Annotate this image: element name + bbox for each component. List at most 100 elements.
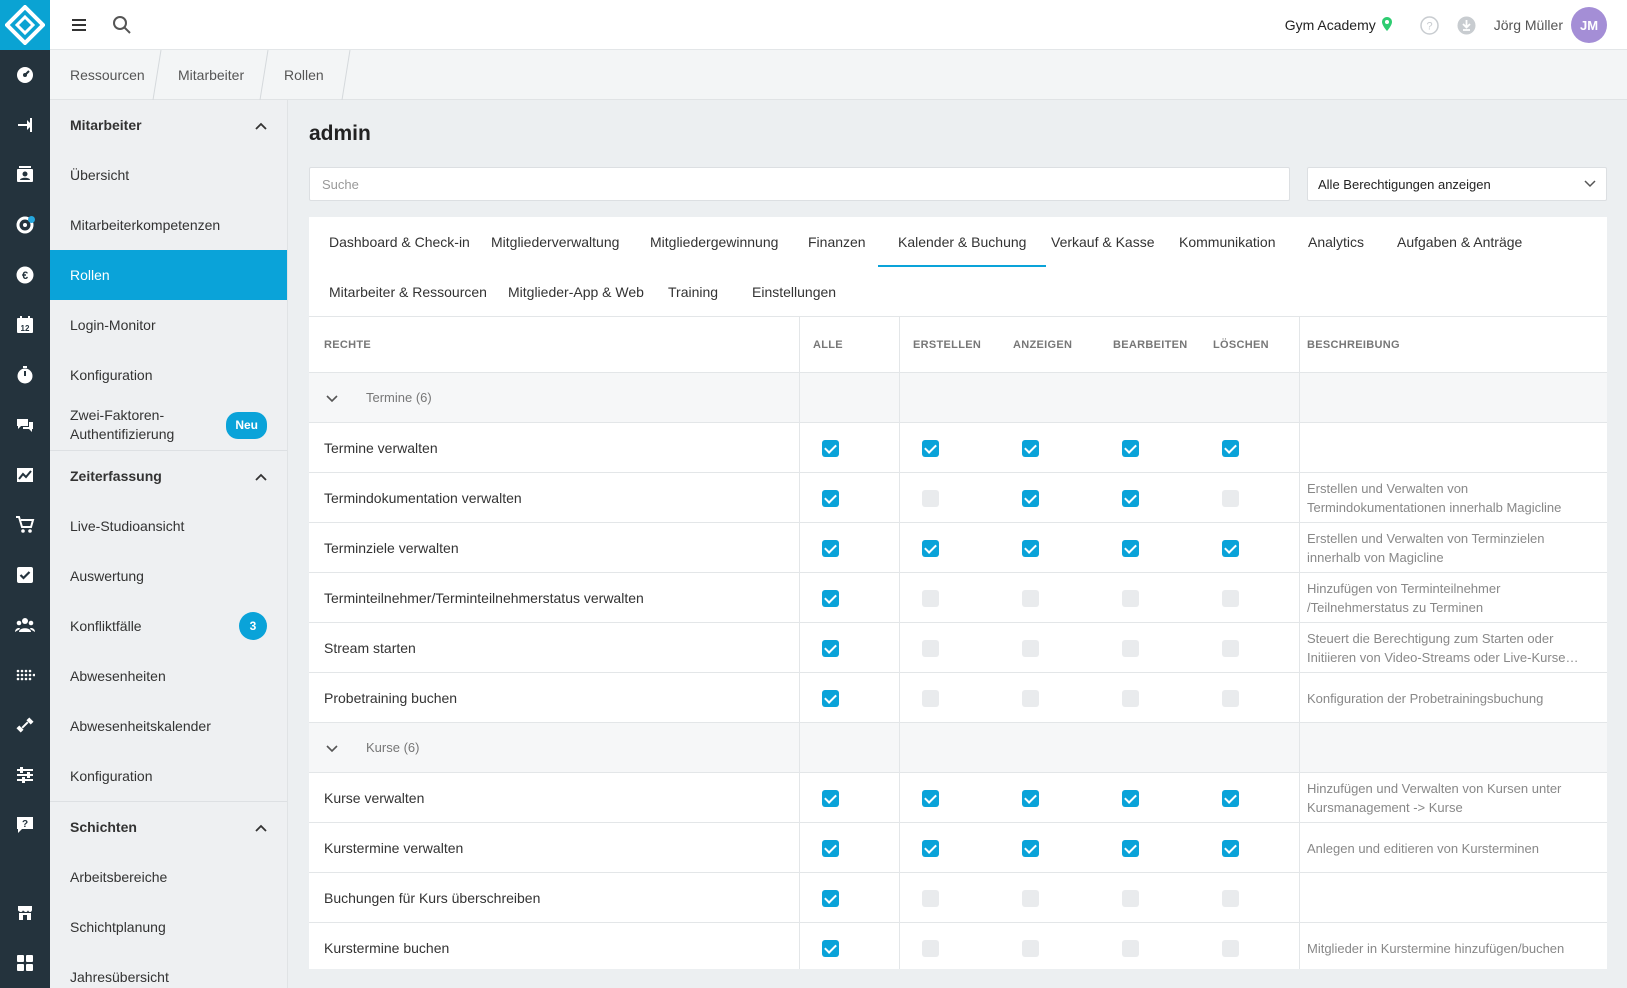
settings-cog-icon[interactable]: [0, 200, 50, 250]
breadcrumb-item-mitarbeiter[interactable]: Mitarbeiter: [178, 50, 244, 100]
tab-mitgliederverwaltung[interactable]: Mitgliederverwaltung: [471, 217, 639, 267]
chevron-down-icon[interactable]: [326, 390, 338, 406]
checkbox-erstellen[interactable]: [922, 890, 939, 907]
checkbox-loeschen[interactable]: [1222, 590, 1239, 607]
checkbox-anzeigen[interactable]: [1022, 940, 1039, 957]
tab-dashboard[interactable]: Dashboard & Check-in: [309, 217, 490, 267]
search-icon[interactable]: [110, 13, 134, 37]
help-icon[interactable]: ?: [1420, 15, 1439, 35]
sidebar-item-rollen[interactable]: Rollen: [50, 250, 287, 300]
table-group-header[interactable]: Kurse (6): [309, 723, 1607, 773]
checkbox-erstellen[interactable]: [922, 940, 939, 957]
checkbox-erstellen[interactable]: [922, 840, 939, 857]
sidebar-item-schichtplanung[interactable]: Schichtplanung: [50, 902, 287, 952]
checkbox-alle[interactable]: [822, 790, 839, 807]
sidebar-item-abwesenheitskalender[interactable]: Abwesenheitskalender: [50, 701, 287, 751]
chevron-down-icon[interactable]: [326, 740, 338, 756]
checkbox-alle[interactable]: [822, 890, 839, 907]
breadcrumb-item-rollen[interactable]: Rollen: [284, 50, 324, 100]
checkbox-loeschen[interactable]: [1222, 640, 1239, 657]
dots-grid-icon[interactable]: [0, 650, 50, 700]
studio-name[interactable]: Gym Academy: [1285, 17, 1376, 33]
checkbox-alle[interactable]: [822, 640, 839, 657]
sidebar-section-zeiterfassung[interactable]: Zeiterfassung: [50, 451, 287, 501]
tab-aufgaben[interactable]: Aufgaben & Anträge: [1377, 217, 1542, 267]
checkbox-erstellen[interactable]: [922, 490, 939, 507]
checkbox-anzeigen[interactable]: [1022, 690, 1039, 707]
sidebar-item-login-monitor[interactable]: Login-Monitor: [50, 300, 287, 350]
checkbox-erstellen[interactable]: [922, 790, 939, 807]
chevron-up-icon[interactable]: [255, 117, 267, 133]
tab-verkauf-kasse[interactable]: Verkauf & Kasse: [1031, 217, 1175, 267]
search-input[interactable]: [309, 167, 1290, 201]
checkbox-loeschen[interactable]: [1222, 540, 1239, 557]
tab-analytics[interactable]: Analytics: [1288, 217, 1384, 267]
people-icon[interactable]: [0, 600, 50, 650]
checkbox-loeschen[interactable]: [1222, 940, 1239, 957]
checkbox-alle[interactable]: [822, 490, 839, 507]
checkbox-bearbeiten[interactable]: [1122, 840, 1139, 857]
checkbox-anzeigen[interactable]: [1022, 440, 1039, 457]
help-chat-icon[interactable]: ?: [0, 800, 50, 850]
checkbox-alle[interactable]: [822, 940, 839, 957]
app-logo[interactable]: [0, 0, 50, 50]
checkbox-erstellen[interactable]: [922, 540, 939, 557]
breadcrumb-item-ressourcen[interactable]: Ressourcen: [70, 50, 145, 100]
checkbox-bearbeiten[interactable]: [1122, 590, 1139, 607]
sidebar-item-arbeitsbereiche[interactable]: Arbeitsbereiche: [50, 852, 287, 902]
avatar[interactable]: JM: [1571, 7, 1607, 43]
checkbox-anzeigen[interactable]: [1022, 490, 1039, 507]
checkbox-bearbeiten[interactable]: [1122, 490, 1139, 507]
dumbbell-icon[interactable]: [0, 700, 50, 750]
tab-mitglieder-app[interactable]: Mitglieder-App & Web: [488, 267, 664, 317]
sidebar-item-jahresuebersicht[interactable]: Jahresübersicht: [50, 952, 287, 988]
sidebar-item-uebersicht[interactable]: Übersicht: [50, 150, 287, 200]
checkbox-anzeigen[interactable]: [1022, 890, 1039, 907]
checkbox-anzeigen[interactable]: [1022, 840, 1039, 857]
stopwatch-icon[interactable]: [0, 350, 50, 400]
sidebar-item-zwei-faktoren[interactable]: Zwei-Faktoren-Authentifizierung Neu: [50, 400, 287, 450]
dashboard-icon[interactable]: [0, 50, 50, 100]
checkbox-loeschen[interactable]: [1222, 440, 1239, 457]
checkbox-erstellen[interactable]: [922, 640, 939, 657]
user-name[interactable]: Jörg Müller: [1494, 17, 1563, 33]
checkbox-loeschen[interactable]: [1222, 790, 1239, 807]
calendar-icon[interactable]: 12: [0, 300, 50, 350]
checkbox-anzeigen[interactable]: [1022, 540, 1039, 557]
sliders-icon[interactable]: [0, 750, 50, 800]
login-icon[interactable]: [0, 100, 50, 150]
sidebar-item-konfiguration[interactable]: Konfiguration: [50, 350, 287, 400]
checkbox-alle[interactable]: [822, 590, 839, 607]
checkbox-anzeigen[interactable]: [1022, 590, 1039, 607]
checkbox-bearbeiten[interactable]: [1122, 690, 1139, 707]
checkbox-anzeigen[interactable]: [1022, 790, 1039, 807]
chat-icon[interactable]: [0, 400, 50, 450]
tab-kommunikation[interactable]: Kommunikation: [1159, 217, 1296, 267]
checkbox-loeschen[interactable]: [1222, 490, 1239, 507]
tab-mitgliedergewinnung[interactable]: Mitgliedergewinnung: [630, 217, 798, 267]
checkbox-loeschen[interactable]: [1222, 890, 1239, 907]
checkbox-alle[interactable]: [822, 840, 839, 857]
cart-icon[interactable]: [0, 500, 50, 550]
chart-icon[interactable]: [0, 450, 50, 500]
apps-grid-icon[interactable]: [0, 938, 50, 988]
sidebar-item-live-studioansicht[interactable]: Live-Studioansicht: [50, 501, 287, 551]
sidebar-item-auswertung[interactable]: Auswertung: [50, 551, 287, 601]
checkbox-erstellen[interactable]: [922, 690, 939, 707]
checkbox-bearbeiten[interactable]: [1122, 640, 1139, 657]
checkbox-bearbeiten[interactable]: [1122, 890, 1139, 907]
checkbox-erstellen[interactable]: [922, 590, 939, 607]
tab-einstellungen[interactable]: Einstellungen: [732, 267, 856, 317]
checkbox-bearbeiten[interactable]: [1122, 790, 1139, 807]
checkbox-loeschen[interactable]: [1222, 840, 1239, 857]
sidebar-section-mitarbeiter[interactable]: Mitarbeiter: [50, 100, 287, 150]
download-icon[interactable]: [1457, 16, 1476, 35]
sidebar-item-mitarbeiterkompetenzen[interactable]: Mitarbeiterkompetenzen: [50, 200, 287, 250]
checkbox-alle[interactable]: [822, 690, 839, 707]
tab-mitarbeiter-ressourcen[interactable]: Mitarbeiter & Ressourcen: [309, 267, 507, 317]
tab-finanzen[interactable]: Finanzen: [788, 217, 886, 267]
checkbox-bearbeiten[interactable]: [1122, 940, 1139, 957]
chevron-up-icon[interactable]: [255, 468, 267, 484]
contacts-icon[interactable]: [0, 150, 50, 200]
sidebar-item-abwesenheiten[interactable]: Abwesenheiten: [50, 651, 287, 701]
